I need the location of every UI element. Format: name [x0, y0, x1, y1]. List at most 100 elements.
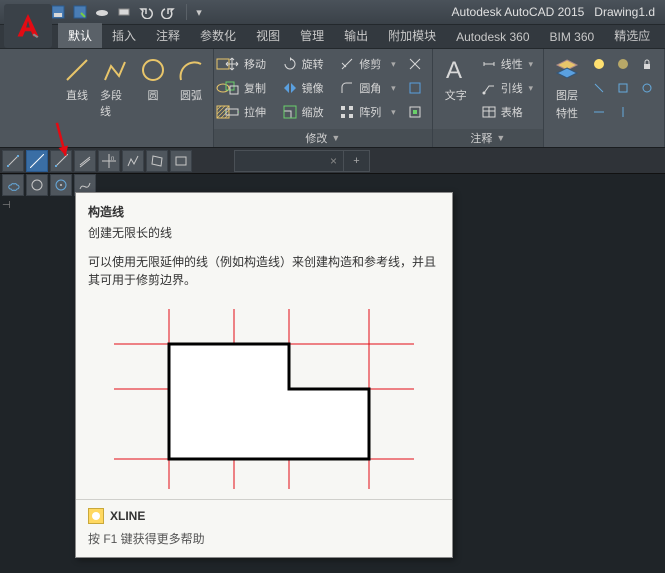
text-button[interactable]: A 文字: [439, 53, 473, 105]
tab-bim360[interactable]: BIM 360: [540, 26, 605, 48]
fillet-icon: [339, 80, 355, 96]
arc-icon: [176, 55, 206, 85]
tool-rect[interactable]: [146, 150, 168, 172]
arc-label: 圆弧: [180, 87, 202, 103]
scale-icon: [282, 104, 298, 120]
app-menu-button[interactable]: [4, 4, 52, 48]
tooltip: 构造线 创建无限长的线 可以使用无限延伸的线（例如构造线）来创建构造和参考线，并…: [75, 192, 453, 558]
layer-extra-5[interactable]: [612, 101, 634, 123]
tool-circle2[interactable]: [50, 174, 72, 196]
app-title: Autodesk AutoCAD 2015: [452, 5, 585, 19]
line-label: 直线: [66, 87, 88, 103]
array-button[interactable]: 阵列▾: [335, 101, 399, 123]
chevron-down-icon: ▾: [391, 107, 396, 118]
toolbar-pin-icon[interactable]: ⊣: [2, 200, 20, 212]
qat-dropdown-icon[interactable]: ▾: [191, 4, 207, 20]
tooltip-body: 可以使用无限延伸的线（例如构造线）来创建构造和参考线，并且其可用于修剪边界。: [76, 249, 452, 299]
layers-icon: [552, 55, 582, 85]
stretch-icon: [224, 104, 240, 120]
copy-icon: [224, 80, 240, 96]
copy-button[interactable]: 复制: [220, 77, 274, 99]
layer-on-icon[interactable]: [588, 53, 610, 75]
move-icon: [224, 56, 240, 72]
tab-default[interactable]: 默认: [58, 23, 102, 48]
table-icon: [481, 104, 497, 120]
new-tab-button[interactable]: +: [344, 150, 370, 172]
qat-plot-icon[interactable]: [116, 4, 132, 20]
text-icon: A: [441, 55, 471, 85]
array-icon: [339, 104, 355, 120]
dimension-icon: [481, 56, 497, 72]
line-icon: [62, 55, 92, 85]
tab-output[interactable]: 输出: [334, 23, 378, 48]
leader-button[interactable]: 引线▾: [477, 77, 537, 99]
tab-addins[interactable]: 附加模块: [378, 23, 446, 48]
trim-icon: [339, 56, 355, 72]
tool-line[interactable]: [2, 150, 24, 172]
svg-text:A: A: [446, 57, 462, 84]
qat-saveas-icon[interactable]: [72, 4, 88, 20]
move-button[interactable]: 移动: [220, 53, 274, 75]
annot-panel-title[interactable]: 注释▼: [433, 129, 543, 147]
tool-pline[interactable]: [122, 150, 144, 172]
layer-extra-4[interactable]: [588, 101, 610, 123]
ribbon: 直线 多段线 圆 圆弧 移动 复: [0, 49, 665, 148]
layer-freeze-icon[interactable]: [612, 53, 634, 75]
qat-save-icon[interactable]: [50, 4, 66, 20]
tool-rect2[interactable]: [170, 150, 192, 172]
tooltip-command: XLINE: [76, 500, 452, 528]
scale-button[interactable]: 缩放: [278, 101, 332, 123]
circle-icon: [138, 55, 168, 85]
tool-revcloud[interactable]: [2, 174, 24, 196]
arc-button[interactable]: 圆弧: [174, 53, 208, 105]
modify-extra-1[interactable]: [404, 53, 426, 75]
chevron-down-icon: ▾: [391, 59, 396, 70]
modify-extra-3[interactable]: [404, 101, 426, 123]
leader-icon: [481, 80, 497, 96]
close-icon[interactable]: ×: [330, 154, 337, 168]
chevron-down-icon: ▾: [391, 83, 396, 94]
layer-extra-3[interactable]: [636, 77, 658, 99]
doc-title: Drawing1.d: [594, 5, 655, 19]
drawing-tab[interactable]: ×: [234, 150, 344, 172]
rotate-button[interactable]: 旋转: [278, 53, 332, 75]
qat-undo-icon[interactable]: [138, 4, 154, 20]
layer-lock-icon[interactable]: [636, 53, 658, 75]
layer-extra-1[interactable]: [588, 77, 610, 99]
circle-label: 圆: [148, 87, 159, 103]
tab-view[interactable]: 视图: [246, 23, 290, 48]
tab-insert[interactable]: 插入: [102, 23, 146, 48]
tab-parametric[interactable]: 参数化: [190, 23, 246, 48]
command-icon: [88, 508, 104, 524]
polyline-label: 多段线: [100, 87, 130, 119]
stretch-button[interactable]: 拉伸: [220, 101, 274, 123]
polyline-button[interactable]: 多段线: [98, 53, 132, 121]
line-button[interactable]: 直线: [60, 53, 94, 105]
tab-manage[interactable]: 管理: [290, 23, 334, 48]
mirror-button[interactable]: 镜像: [278, 77, 332, 99]
qat-separator: [186, 4, 187, 20]
modify-panel-title[interactable]: 修改▼: [214, 129, 432, 147]
tab-featured[interactable]: 精选应: [604, 23, 660, 48]
mirror-icon: [282, 80, 298, 96]
layer-extra-2[interactable]: [612, 77, 634, 99]
tab-annotate[interactable]: 注释: [146, 23, 190, 48]
linear-dim-button[interactable]: 线性▾: [477, 53, 537, 75]
circle-button[interactable]: 圆: [136, 53, 170, 105]
rotate-icon: [282, 56, 298, 72]
table-button[interactable]: 表格: [477, 101, 537, 123]
qat-cloud-icon[interactable]: [94, 4, 110, 20]
tab-a360[interactable]: Autodesk 360: [446, 26, 539, 48]
tool-xline2[interactable]: n: [98, 150, 120, 172]
chevron-down-icon: ▼: [331, 133, 340, 143]
layer-props-button[interactable]: 图层 特性: [550, 53, 584, 123]
qat-redo-icon[interactable]: [160, 4, 176, 20]
tooltip-f1-hint: 按 F1 键获得更多帮助: [76, 528, 452, 557]
svg-text:n: n: [111, 156, 114, 162]
tooltip-diagram: [76, 299, 452, 499]
fillet-button[interactable]: 圆角▾: [335, 77, 399, 99]
tool-circle[interactable]: [26, 174, 48, 196]
trim-button[interactable]: 修剪▾: [335, 53, 399, 75]
modify-extra-2[interactable]: [404, 77, 426, 99]
tooltip-subtitle: 创建无限长的线: [76, 224, 452, 249]
